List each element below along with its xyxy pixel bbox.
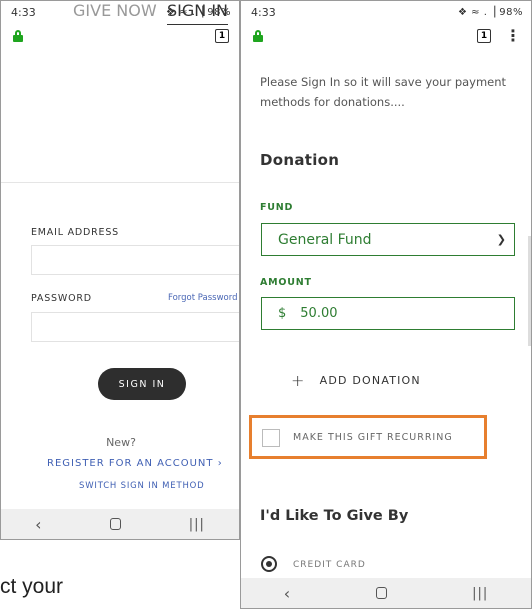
lock-icon	[253, 30, 263, 42]
recents-icon[interactable]: |||	[472, 586, 488, 601]
forgot-password-link[interactable]: Forgot Password	[168, 293, 237, 303]
sign-in-button[interactable]: SIGN IN	[98, 368, 186, 400]
tab-sign-in[interactable]: SIGN IN	[167, 1, 229, 25]
more-options-icon[interactable]: ⋮	[505, 28, 521, 44]
amount-field[interactable]: $ 50.00	[261, 297, 515, 330]
tab-give-now[interactable]: GIVE NOW	[73, 1, 157, 20]
status-bar: 4:33 ❖ ≈ .▕ 98%	[241, 1, 531, 23]
email-field[interactable]	[31, 245, 239, 275]
chevron-down-icon: ❯	[496, 233, 506, 246]
status-time: 4:33	[251, 5, 276, 19]
lock-icon	[13, 30, 23, 42]
status-time: 4:33	[11, 5, 36, 19]
recurring-checkbox[interactable]	[262, 429, 280, 447]
slide-caption-text: ct your	[0, 575, 64, 598]
fund-value: General Fund	[278, 231, 372, 248]
phone-screen-signin: 4:33 ❖ ≈ .▕ 98% 1 GIVE NOW SIGN IN EMAIL…	[0, 0, 240, 540]
fund-select[interactable]: General Fund ❯	[261, 223, 515, 256]
give-by-heading: I'd Like To Give By	[260, 508, 409, 524]
status-icons: ❖ ≈ .▕ 98%	[458, 6, 523, 18]
tab-switcher-icon[interactable]: 1	[477, 29, 491, 43]
amount-value: 50.00	[300, 306, 338, 321]
home-icon[interactable]	[375, 587, 387, 599]
amount-label: AMOUNT	[260, 277, 312, 288]
password-field[interactable]	[31, 312, 239, 342]
donation-heading: Donation	[260, 151, 340, 169]
phone-screen-donation: 4:33 ❖ ≈ .▕ 98% 1 ⋮ Please Sign In so it…	[240, 0, 532, 609]
fund-label: FUND	[260, 202, 294, 213]
password-label: PASSWORD	[31, 293, 92, 304]
register-link[interactable]: REGISTER FOR AN ACCOUNT ›	[47, 458, 223, 469]
android-nav-bar: ‹ |||	[1, 509, 239, 539]
back-icon[interactable]: ‹	[35, 515, 41, 534]
divider	[1, 182, 239, 183]
plus-icon: +	[291, 371, 306, 390]
recurring-label[interactable]: MAKE THIS GIFT RECURRING	[293, 432, 453, 443]
currency-symbol: $	[278, 306, 287, 321]
credit-card-label[interactable]: CREDIT CARD	[293, 560, 366, 570]
back-icon[interactable]: ‹	[284, 584, 290, 603]
sign-in-prompt: Please Sign In so it will save your paym…	[260, 75, 507, 109]
add-donation-button[interactable]: + ADD DONATION	[291, 371, 421, 390]
browser-toolbar: 1	[1, 23, 239, 49]
new-account-prompt: New?	[106, 436, 136, 449]
browser-toolbar: 1 ⋮	[241, 23, 531, 49]
email-label: EMAIL ADDRESS	[31, 227, 120, 238]
switch-sign-in-method-link[interactable]: SWITCH SIGN IN METHOD	[79, 481, 204, 491]
add-donation-label: ADD DONATION	[319, 374, 421, 387]
tab-switcher-icon[interactable]: 1	[215, 29, 229, 43]
scrollbar[interactable]	[528, 236, 531, 346]
android-nav-bar: ‹ |||	[241, 578, 531, 608]
home-icon[interactable]	[109, 518, 121, 530]
credit-card-radio[interactable]	[261, 556, 277, 572]
recents-icon[interactable]: |||	[189, 517, 205, 532]
